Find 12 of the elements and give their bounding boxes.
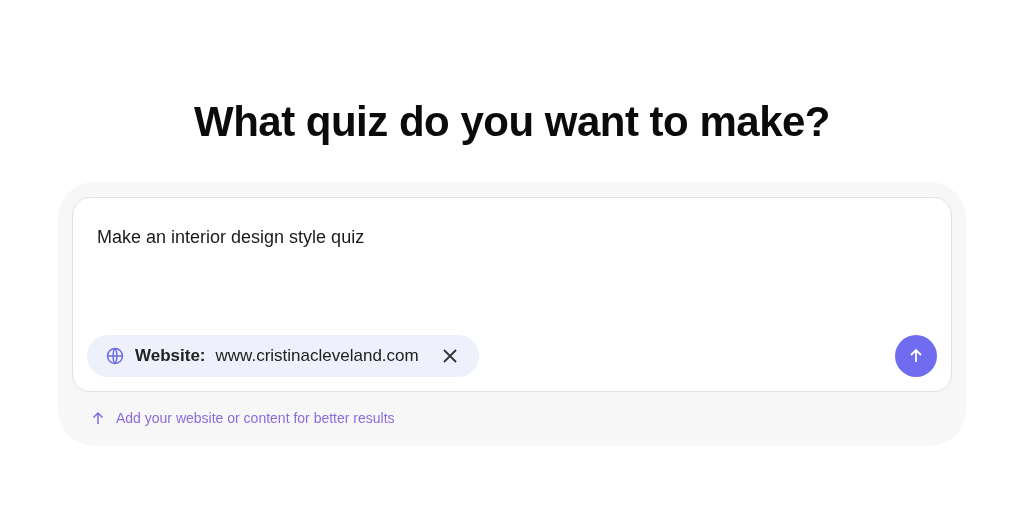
globe-icon <box>105 346 125 366</box>
send-button[interactable] <box>895 335 937 377</box>
chip-label: Website: <box>135 345 206 368</box>
chip-value: www.cristinacleveland.com <box>215 345 419 368</box>
close-button[interactable] <box>440 347 459 365</box>
arrow-up-icon <box>908 348 924 364</box>
prompt-text: Make an interior design style quiz <box>97 227 365 247</box>
page-heading: What quiz do you want to make? <box>194 97 830 147</box>
prompt-field[interactable]: Make an interior design style quiz Website: www.cristinacleveland.com <box>72 197 952 392</box>
close-icon <box>442 349 457 363</box>
hint-text: Add your website or content for better results <box>116 409 395 428</box>
arrow-up-icon <box>92 412 104 425</box>
